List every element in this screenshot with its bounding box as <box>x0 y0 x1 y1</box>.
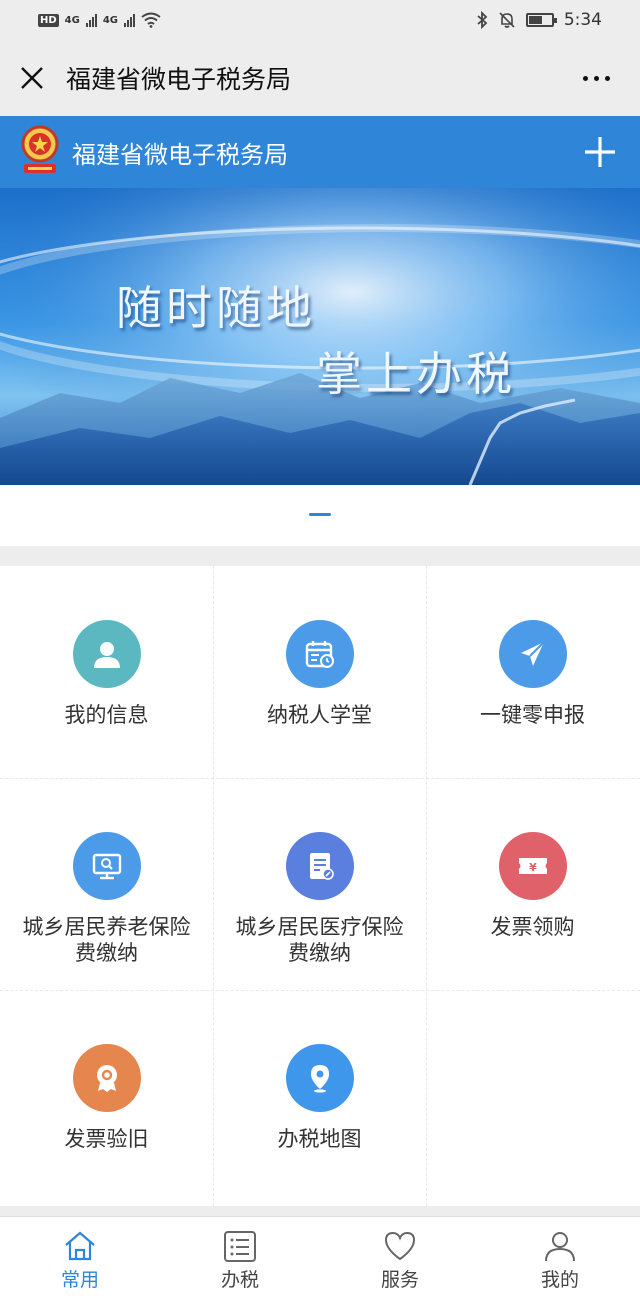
service-label: 发票领购 <box>490 915 575 939</box>
home-icon <box>65 1231 95 1261</box>
service-label: 发票验旧 <box>64 1127 149 1151</box>
service-label: 城乡居民养老保险费缴纳 <box>22 915 191 965</box>
tax-emblem-icon <box>18 124 62 180</box>
network-label-2: 4G <box>102 14 119 26</box>
user-icon <box>72 620 141 688</box>
banner[interactable] <box>0 188 640 485</box>
nav-tab-common[interactable]: 常用 <box>0 1217 160 1306</box>
page-title: 福建省微电子税务局 <box>66 65 292 94</box>
nav-tab-mine[interactable]: 我的 <box>480 1217 640 1306</box>
ticket-yuan-icon: ¥ <box>498 832 567 900</box>
bottom-nav: 常用 办税 服务 我的 <box>0 1216 640 1306</box>
bluetooth-icon <box>477 11 488 29</box>
banner-slogan-line1: 随时随地 <box>116 281 316 335</box>
status-right: 5:34 <box>476 10 602 30</box>
nav-tab-tax[interactable]: 办税 <box>160 1217 320 1306</box>
person-icon <box>545 1232 575 1262</box>
wifi-icon <box>141 12 161 28</box>
service-label: 办税地图 <box>277 1127 362 1151</box>
service-medical-insurance[interactable]: 城乡居民医疗保险费缴纳 <box>213 778 426 990</box>
service-grid: 我的信息 纳税人学堂 一键零申报 城乡居民养老保险费缴纳 城乡居民医疗保险费缴纳… <box>0 566 640 1206</box>
banner-landscape-image <box>0 188 640 485</box>
nav-label: 我的 <box>540 1269 579 1291</box>
svg-text:¥: ¥ <box>529 861 537 874</box>
nav-label: 常用 <box>60 1269 99 1291</box>
title-bar: 福建省微电子税务局 <box>0 40 640 116</box>
network-label-1: 4G <box>64 14 80 26</box>
more-options-icon[interactable] <box>583 76 610 81</box>
hd-badge: HD <box>38 13 59 27</box>
list-icon <box>224 1231 256 1262</box>
service-taxpayer-school[interactable]: 纳税人学堂 <box>213 566 426 778</box>
calendar-clock-icon <box>285 620 354 688</box>
mute-bell-icon <box>499 12 515 28</box>
nav-label: 办税 <box>220 1269 259 1291</box>
map-pin-icon <box>285 1044 354 1112</box>
app-title: 福建省微电子税务局 <box>72 140 288 169</box>
app-header: 福建省微电子税务局 <box>0 116 640 188</box>
document-edit-icon <box>285 832 354 900</box>
plus-icon[interactable] <box>582 134 618 170</box>
signal-icon <box>85 13 97 27</box>
service-invoice-purchase[interactable]: ¥ 发票领购 <box>426 778 639 990</box>
service-pension-insurance[interactable]: 城乡居民养老保险费缴纳 <box>0 778 213 990</box>
service-tax-map[interactable]: 办税地图 <box>213 990 426 1202</box>
close-icon[interactable] <box>0 40 64 116</box>
pager-indicator[interactable] <box>309 513 331 516</box>
banner-pager <box>0 485 640 546</box>
nav-label: 服务 <box>380 1269 419 1291</box>
service-my-info[interactable]: 我的信息 <box>0 566 213 778</box>
battery-icon <box>525 13 557 27</box>
service-zero-declaration[interactable]: 一键零申报 <box>426 566 639 778</box>
badge-icon <box>72 1044 141 1112</box>
banner-slogan-line2: 掌上办税 <box>316 347 516 401</box>
service-label: 一键零申报 <box>480 703 585 727</box>
service-label: 我的信息 <box>64 703 149 727</box>
paper-plane-icon <box>498 620 567 688</box>
service-invoice-verify[interactable]: 发票验旧 <box>0 990 213 1202</box>
service-label: 城乡居民医疗保险费缴纳 <box>235 915 404 965</box>
status-bar: HD 4G 4G 5:34 <box>0 0 640 40</box>
monitor-search-icon <box>72 832 141 900</box>
heart-icon <box>384 1231 416 1261</box>
signal-icon-2 <box>124 13 136 27</box>
service-label: 纳税人学堂 <box>267 703 372 727</box>
clock: 5:34 <box>563 10 602 30</box>
status-left: HD 4G 4G <box>38 12 161 28</box>
nav-tab-service[interactable]: 服务 <box>320 1217 480 1306</box>
